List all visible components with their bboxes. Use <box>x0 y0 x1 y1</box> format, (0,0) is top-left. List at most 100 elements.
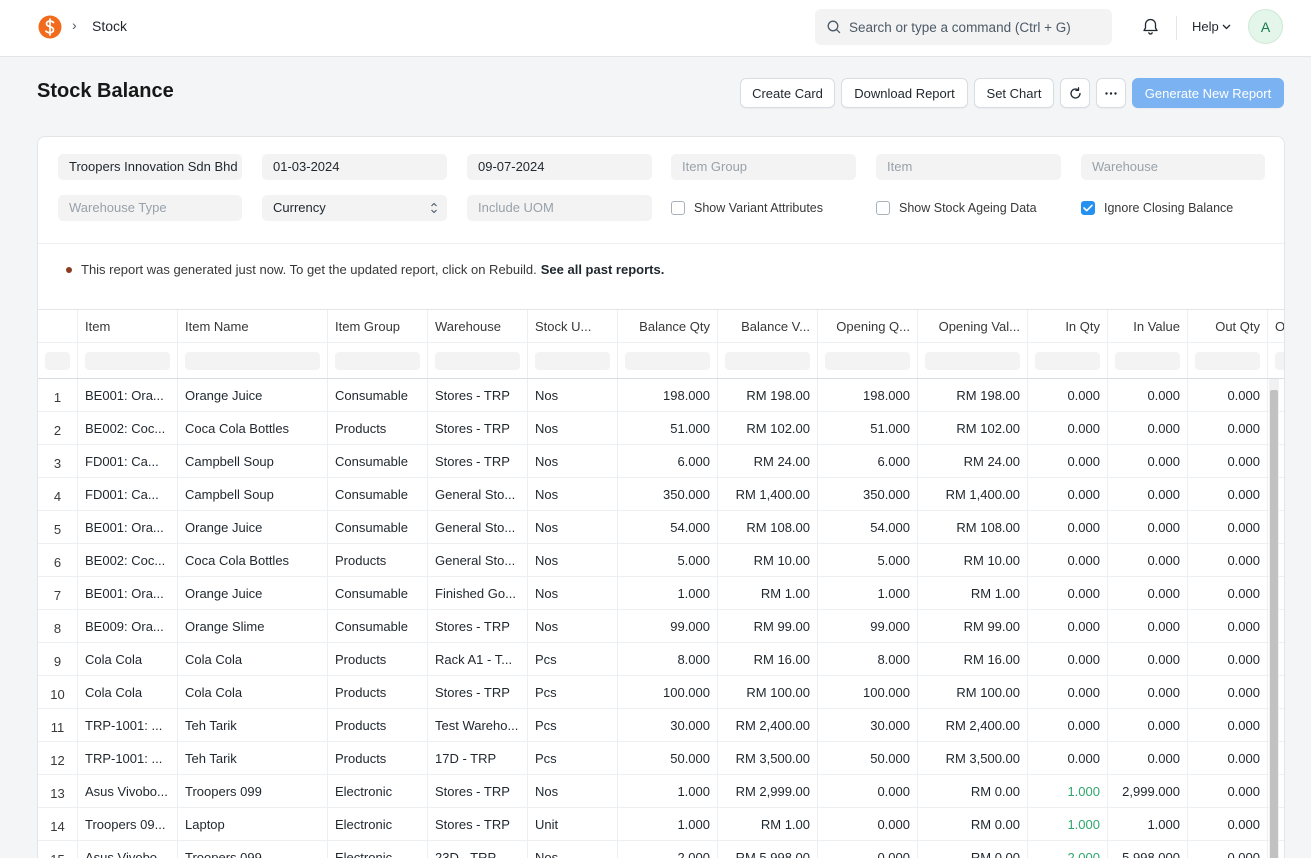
cell-stock-uom[interactable]: Nos <box>528 841 618 858</box>
cell-row-number[interactable]: 9 <box>38 643 78 675</box>
column-filter-input[interactable] <box>1115 351 1180 370</box>
generate-new-report-button[interactable]: Generate New Report <box>1132 78 1284 108</box>
cell-balance-qty[interactable]: 198.000 <box>618 379 718 411</box>
column-header-item-name[interactable]: Item Name <box>178 310 328 342</box>
cell-stock-uom[interactable]: Nos <box>528 544 618 576</box>
cell-balance-value[interactable]: RM 3,500.00 <box>718 742 818 774</box>
column-header-stock-uom[interactable]: Stock U... <box>528 310 618 342</box>
cell-row-number[interactable]: 11 <box>38 709 78 741</box>
cell-item[interactable]: Cola Cola <box>78 676 178 708</box>
cell-item[interactable]: FD001: Ca... <box>78 478 178 510</box>
cell-balance-value[interactable]: RM 102.00 <box>718 412 818 444</box>
cell-in-qty[interactable]: 0.000 <box>1028 577 1108 609</box>
cell-item-group[interactable]: Electronic <box>328 775 428 807</box>
table-row[interactable]: 1 BE001: Ora... Orange Juice Consumable Stor… <box>38 379 1284 412</box>
cell-item-group[interactable]: Consumable <box>328 610 428 642</box>
cell-item[interactable]: BE001: Ora... <box>78 379 178 411</box>
cell-in-value[interactable]: 0.000 <box>1108 379 1188 411</box>
cell-opening-qty[interactable]: 198.000 <box>818 379 918 411</box>
cell-stock-uom[interactable]: Nos <box>528 445 618 477</box>
table-row[interactable]: 11 TRP-1001: ... Teh Tarik Products Test War… <box>38 709 1284 742</box>
cell-in-qty[interactable]: 0.000 <box>1028 379 1108 411</box>
cell-item-group[interactable]: Consumable <box>328 511 428 543</box>
cell-item[interactable]: FD001: Ca... <box>78 445 178 477</box>
notification-bell-icon[interactable] <box>1142 18 1159 36</box>
cell-item[interactable]: BE001: Ora... <box>78 511 178 543</box>
search-input[interactable] <box>849 9 1104 45</box>
checkbox-box[interactable] <box>671 201 685 215</box>
cell-warehouse[interactable]: General Sto... <box>428 544 528 576</box>
cell-in-value[interactable]: 0.000 <box>1108 577 1188 609</box>
column-header-item[interactable]: Item <box>78 310 178 342</box>
column-filter-balance-qty[interactable] <box>618 343 718 378</box>
cell-in-value[interactable]: 0.000 <box>1108 643 1188 675</box>
column-filter-input[interactable] <box>825 351 910 370</box>
column-filter-balance-value[interactable] <box>718 343 818 378</box>
cell-in-value[interactable]: 0.000 <box>1108 412 1188 444</box>
cell-item-group[interactable]: Electronic <box>328 841 428 858</box>
column-filter-input[interactable] <box>335 351 420 370</box>
cell-in-value[interactable]: 5,998.000 <box>1108 841 1188 858</box>
cell-balance-qty[interactable]: 2.000 <box>618 841 718 858</box>
show-stock-ageing-checkbox[interactable]: Show Stock Ageing Data <box>876 201 1037 215</box>
cell-balance-value[interactable]: RM 16.00 <box>718 643 818 675</box>
cell-item-name[interactable]: Orange Juice <box>178 379 328 411</box>
cell-opening-value[interactable]: RM 0.00 <box>918 841 1028 858</box>
table-row[interactable]: 14 Troopers 09... Laptop Electronic Stores -… <box>38 808 1284 841</box>
cell-item-name[interactable]: Campbell Soup <box>178 445 328 477</box>
cell-warehouse[interactable]: Stores - TRP <box>428 379 528 411</box>
cell-in-qty[interactable]: 0.000 <box>1028 610 1108 642</box>
cell-opening-qty[interactable]: 100.000 <box>818 676 918 708</box>
table-row[interactable]: 8 BE009: Ora... Orange Slime Consumable Stor… <box>38 610 1284 643</box>
column-filter-input[interactable] <box>725 351 810 370</box>
column-header-opening-value[interactable]: Opening Val... <box>918 310 1028 342</box>
cell-item-name[interactable]: Orange Slime <box>178 610 328 642</box>
table-row[interactable]: 13 Asus Vivobo... Troopers 099 Electronic St… <box>38 775 1284 808</box>
column-header-in-value[interactable]: In Value <box>1108 310 1188 342</box>
scrollbar-thumb[interactable] <box>1270 390 1278 858</box>
cell-balance-qty[interactable]: 350.000 <box>618 478 718 510</box>
cell-item-group[interactable]: Products <box>328 676 428 708</box>
cell-item-group[interactable]: Consumable <box>328 445 428 477</box>
cell-out-qty[interactable]: 0.000 <box>1188 643 1268 675</box>
cell-row-number[interactable]: 5 <box>38 511 78 543</box>
cell-opening-qty[interactable]: 0.000 <box>818 775 918 807</box>
table-row[interactable]: 5 BE001: Ora... Orange Juice Consumable Gene… <box>38 511 1284 544</box>
cell-in-qty[interactable]: 0.000 <box>1028 709 1108 741</box>
item-filter[interactable]: Item <box>876 154 1061 180</box>
cell-item-group[interactable]: Consumable <box>328 577 428 609</box>
table-row[interactable]: 3 FD001: Ca... Campbell Soup Consumable Stor… <box>38 445 1284 478</box>
cell-in-value[interactable]: 0.000 <box>1108 709 1188 741</box>
column-filter-input[interactable] <box>1275 351 1284 370</box>
cell-row-number[interactable]: 4 <box>38 478 78 510</box>
cell-out-qty[interactable]: 0.000 <box>1188 577 1268 609</box>
table-row[interactable]: 4 FD001: Ca... Campbell Soup Consumable Gene… <box>38 478 1284 511</box>
cell-warehouse[interactable]: 17D - TRP <box>428 742 528 774</box>
cell-opening-value[interactable]: RM 102.00 <box>918 412 1028 444</box>
cell-balance-value[interactable]: RM 108.00 <box>718 511 818 543</box>
column-filter-opening-value[interactable] <box>918 343 1028 378</box>
checkbox-box[interactable] <box>876 201 890 215</box>
cell-warehouse[interactable]: Stores - TRP <box>428 412 528 444</box>
cell-warehouse[interactable]: General Sto... <box>428 478 528 510</box>
column-filter-item[interactable] <box>78 343 178 378</box>
cell-balance-value[interactable]: RM 24.00 <box>718 445 818 477</box>
cell-in-value[interactable]: 0.000 <box>1108 478 1188 510</box>
cell-row-number[interactable]: 1 <box>38 379 78 411</box>
cell-balance-qty[interactable]: 100.000 <box>618 676 718 708</box>
warehouse-type-filter[interactable]: Warehouse Type <box>58 195 242 221</box>
cell-item-name[interactable]: Teh Tarik <box>178 742 328 774</box>
refresh-button[interactable] <box>1060 78 1090 108</box>
cell-opening-qty[interactable]: 0.000 <box>818 808 918 840</box>
column-filter-opening-col[interactable] <box>1268 343 1284 378</box>
cell-item[interactable]: BE002: Coc... <box>78 412 178 444</box>
cell-opening-value[interactable]: RM 1.00 <box>918 577 1028 609</box>
cell-row-number[interactable]: 2 <box>38 412 78 444</box>
cell-opening-qty[interactable]: 1.000 <box>818 577 918 609</box>
cell-in-qty[interactable]: 0.000 <box>1028 478 1108 510</box>
avatar[interactable]: A <box>1248 9 1283 44</box>
cell-balance-qty[interactable]: 1.000 <box>618 775 718 807</box>
cell-in-qty[interactable]: 2.000 <box>1028 841 1108 858</box>
cell-stock-uom[interactable]: Nos <box>528 577 618 609</box>
table-row[interactable]: 2 BE002: Coc... Coca Cola Bottles Products S… <box>38 412 1284 445</box>
